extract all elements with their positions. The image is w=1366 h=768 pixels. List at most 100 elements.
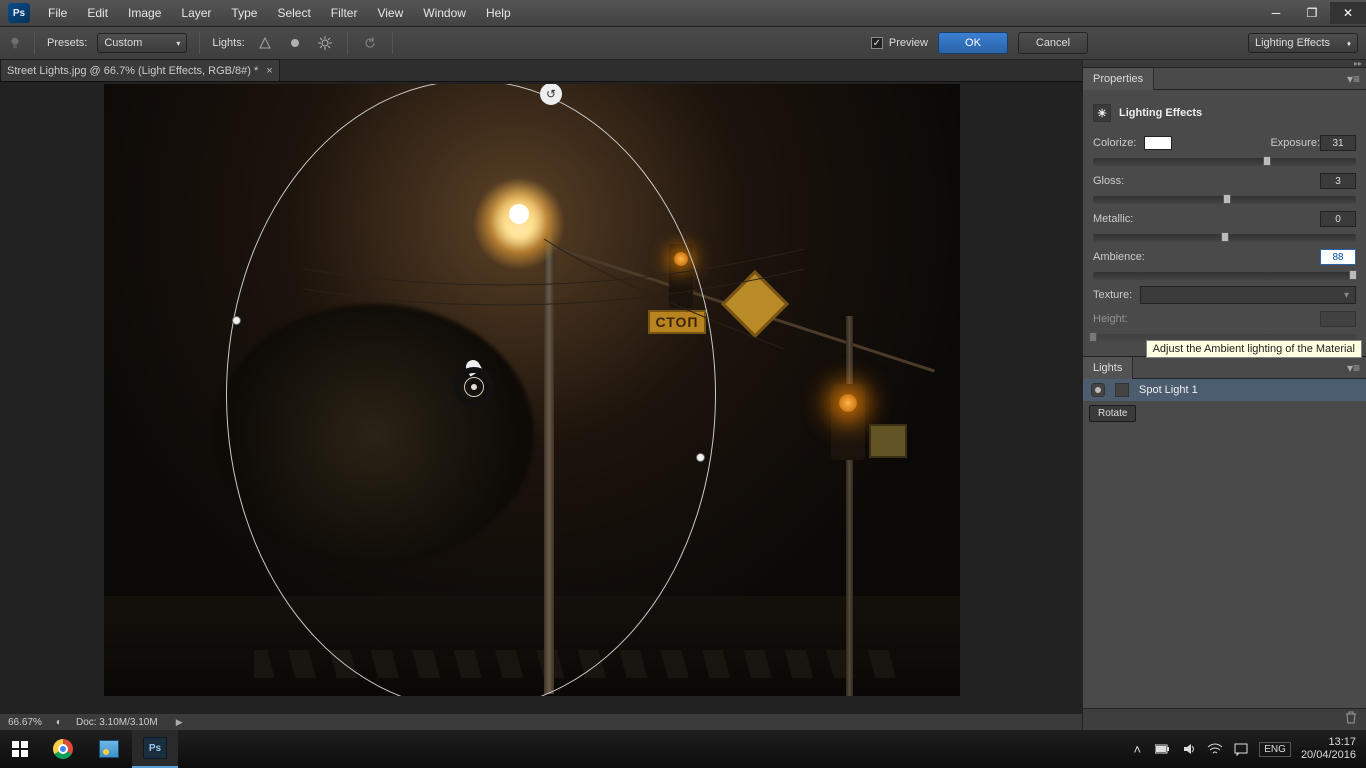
- close-button[interactable]: ✕: [1330, 2, 1366, 24]
- language-indicator[interactable]: ENG: [1259, 742, 1291, 757]
- panel-menu-icon[interactable]: ▾≡: [1347, 72, 1360, 86]
- ambience-slider[interactable]: [1093, 272, 1356, 280]
- resize-handle[interactable]: [696, 453, 705, 462]
- document-tab[interactable]: Street Lights.jpg @ 66.7% (Light Effects…: [0, 59, 280, 81]
- light-item[interactable]: Spot Light 1: [1083, 379, 1366, 401]
- work-area: СТОП ↺: [0, 82, 1082, 730]
- properties-tab[interactable]: Properties ▾≡: [1083, 68, 1366, 90]
- taskbar-photoviewer[interactable]: [86, 730, 132, 768]
- menu-view[interactable]: View: [367, 0, 413, 26]
- minimize-button[interactable]: ─: [1258, 2, 1294, 24]
- document-tab-title: Street Lights.jpg @ 66.7% (Light Effects…: [7, 65, 258, 77]
- lights-label: Lights:: [212, 37, 244, 49]
- menu-help[interactable]: Help: [476, 0, 521, 26]
- ambience-label: Ambience:: [1093, 251, 1145, 263]
- texture-label: Texture:: [1093, 289, 1132, 301]
- gloss-slider[interactable]: [1093, 196, 1356, 204]
- menu-file[interactable]: File: [38, 0, 77, 26]
- tray-overflow-icon[interactable]: ˄: [1129, 741, 1145, 757]
- properties-panel: ☀ Lighting Effects Colorize: Exposure: 3…: [1083, 90, 1366, 356]
- volume-icon[interactable]: [1181, 741, 1197, 757]
- ok-button[interactable]: OK: [938, 32, 1008, 54]
- presets-value: Custom: [104, 37, 142, 49]
- resize-handle[interactable]: [232, 316, 241, 325]
- light-infinite-icon[interactable]: [315, 33, 335, 53]
- menu-window[interactable]: Window: [413, 0, 476, 26]
- gloss-value[interactable]: 3: [1320, 173, 1356, 189]
- menu-layer[interactable]: Layer: [171, 0, 221, 26]
- windows-icon: [12, 741, 28, 757]
- restore-button[interactable]: ❐: [1294, 2, 1330, 24]
- app-logo: Ps: [8, 3, 30, 23]
- clock-date: 20/04/2016: [1301, 749, 1356, 762]
- light-point-icon[interactable]: [285, 33, 305, 53]
- taskbar-chrome[interactable]: [40, 730, 86, 768]
- exposure-value[interactable]: 31: [1320, 135, 1356, 151]
- clock[interactable]: 13:17 20/04/2016: [1301, 736, 1356, 762]
- workspace-value: Lighting Effects: [1255, 37, 1330, 49]
- presets-dropdown[interactable]: Custom ▾: [97, 33, 187, 53]
- properties-tab-label: Properties: [1083, 68, 1154, 90]
- light-item-name: Spot Light 1: [1139, 384, 1198, 396]
- photo-viewer-icon: [99, 740, 119, 758]
- start-button[interactable]: [0, 730, 40, 768]
- exposure-slider[interactable]: [1093, 158, 1356, 166]
- height-label: Height:: [1093, 313, 1128, 325]
- menu-type[interactable]: Type: [221, 0, 267, 26]
- chrome-icon: [53, 739, 73, 759]
- visibility-icon[interactable]: [1091, 383, 1105, 397]
- taskbar: Ps ˄ ENG 13:17 20/04/2016: [0, 730, 1366, 768]
- wifi-icon[interactable]: [1207, 741, 1223, 757]
- rotate-handle[interactable]: ↺: [540, 84, 562, 105]
- rotate-tooltip: Rotate: [1089, 405, 1136, 422]
- lights-panel: Lights ▾≡ Spot Light 1 Rotate: [1083, 356, 1366, 730]
- reset-light-icon[interactable]: [360, 33, 380, 53]
- photoshop-icon: Ps: [143, 737, 167, 759]
- menu-edit[interactable]: Edit: [77, 0, 118, 26]
- light-center[interactable]: [454, 367, 494, 407]
- cancel-button[interactable]: Cancel: [1018, 32, 1088, 54]
- close-tab-icon[interactable]: ×: [266, 65, 272, 77]
- colorize-swatch[interactable]: [1144, 136, 1172, 150]
- doc-info-menu[interactable]: ▶: [176, 717, 183, 728]
- texture-dropdown[interactable]: ▾: [1140, 286, 1356, 304]
- preview-checkbox[interactable]: ✓: [871, 37, 883, 49]
- clock-time: 13:17: [1301, 736, 1356, 749]
- tooltip: Adjust the Ambient lighting of the Mater…: [1146, 340, 1362, 358]
- doc-profile-icon[interactable]: ◐: [56, 717, 62, 728]
- system-tray: ˄ ENG 13:17 20/04/2016: [1119, 736, 1366, 762]
- taskbar-photoshop[interactable]: Ps: [132, 730, 178, 768]
- panels: ▸▸ Properties ▾≡ ☀ Lighting Effects Colo…: [1082, 60, 1366, 730]
- height-value: [1320, 311, 1356, 327]
- chevron-down-icon: ▾: [176, 39, 180, 48]
- menu-select[interactable]: Select: [267, 0, 320, 26]
- zoom-level[interactable]: 66.67%: [8, 717, 42, 728]
- light-type-icon: [1115, 383, 1129, 397]
- metallic-slider[interactable]: [1093, 234, 1356, 242]
- metallic-value[interactable]: 0: [1320, 211, 1356, 227]
- menu-image[interactable]: Image: [118, 0, 171, 26]
- gloss-label: Gloss:: [1093, 175, 1124, 187]
- options-bar: Presets: Custom ▾ Lights: ✓ Preview OK C…: [0, 26, 1366, 60]
- lights-panel-footer: [1083, 708, 1366, 730]
- menu-filter[interactable]: Filter: [321, 0, 368, 26]
- status-bar: 66.67% ◐ Doc: 3.10M/3.10M ▶: [0, 713, 1082, 730]
- ambience-value[interactable]: 88: [1320, 249, 1356, 265]
- colorize-label: Colorize:: [1093, 137, 1136, 149]
- trash-icon[interactable]: [1344, 710, 1358, 729]
- traffic-light: [831, 384, 865, 460]
- properties-title: Lighting Effects: [1119, 107, 1202, 119]
- light-spot-icon[interactable]: [255, 33, 275, 53]
- presets-label: Presets:: [47, 37, 87, 49]
- lights-tab-label[interactable]: Lights: [1083, 357, 1133, 379]
- preview-toggle[interactable]: ✓ Preview: [871, 37, 928, 49]
- panel-menu-icon[interactable]: ▾≡: [1347, 361, 1360, 375]
- doc-info: Doc: 3.10M/3.10M: [76, 717, 158, 728]
- action-center-icon[interactable]: [1233, 741, 1249, 757]
- tool-icon: [8, 36, 22, 50]
- workspace-dropdown[interactable]: Lighting Effects ♦: [1248, 33, 1358, 53]
- battery-icon[interactable]: [1155, 741, 1171, 757]
- exposure-label: Exposure:: [1270, 137, 1320, 149]
- canvas[interactable]: СТОП ↺: [104, 84, 960, 696]
- chevron-down-icon: ♦: [1347, 39, 1351, 48]
